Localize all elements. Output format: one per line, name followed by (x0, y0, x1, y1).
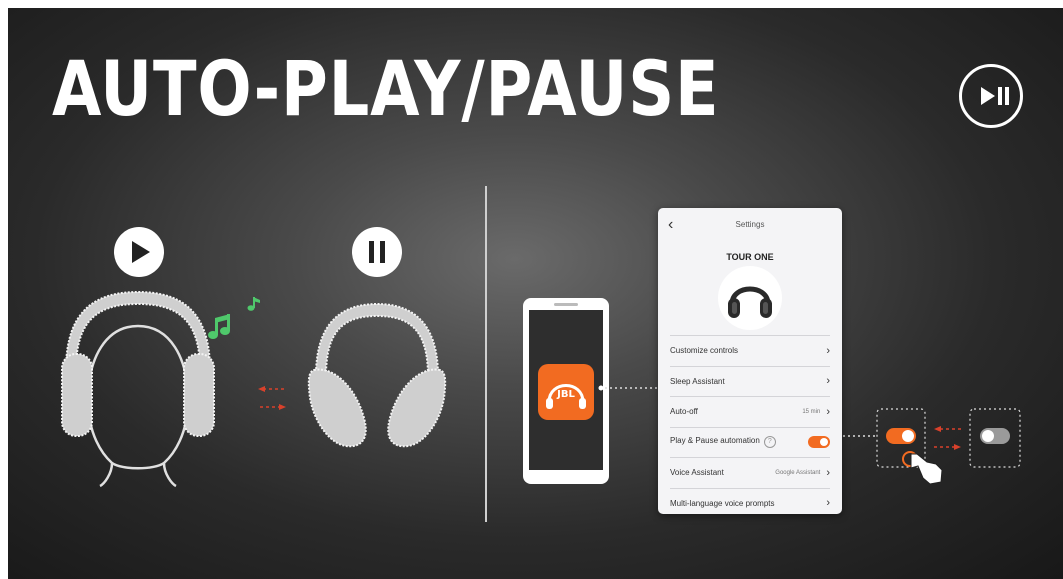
chevron-right-icon: › (826, 466, 830, 479)
app-illustration: JBL (523, 298, 1021, 485)
setting-play-pause-automation: Play & Pause automation? (670, 426, 830, 458)
slide: AUTO-PLAY/PAUSE JBL ‹ Settings TOUR ONE … (8, 8, 1063, 579)
jbl-app-icon: JBL (538, 364, 594, 420)
jbl-logo-text: JBL (556, 389, 575, 400)
toggle-arrows (934, 426, 961, 450)
settings-header: Settings (735, 220, 765, 229)
setting-voice-assistant[interactable]: Voice Assistant Google Assistant › (670, 457, 830, 488)
setting-value: 15 min (802, 408, 821, 415)
chevron-right-icon: › (826, 497, 830, 510)
setting-customize-controls[interactable]: Customize controls › (670, 335, 830, 366)
hand-pointer-icon (910, 453, 943, 485)
setting-label: Auto-off (670, 407, 698, 417)
setting-label: Multi-language voice prompts (670, 498, 775, 508)
device-name: TOUR ONE (726, 252, 774, 262)
chevron-right-icon: › (826, 344, 830, 357)
toggle-off-box (969, 408, 1021, 468)
settings-list: Customize controls › Sleep Assistant › A… (670, 335, 830, 518)
headphone-product-image (718, 266, 782, 330)
setting-value: Google Assistant (775, 469, 821, 476)
setting-sleep-assistant[interactable]: Sleep Assistant › (670, 365, 830, 397)
setting-label: Sleep Assistant (670, 376, 725, 386)
setting-multi-language-voice-prompts[interactable]: Multi-language voice prompts › (670, 487, 830, 519)
play-pause-automation-toggle[interactable] (808, 436, 830, 449)
chevron-right-icon: › (826, 375, 830, 388)
help-icon[interactable]: ? (763, 436, 776, 449)
setting-auto-off[interactable]: Auto-off 15 min › (670, 396, 830, 427)
setting-label: Play & Pause automation? (670, 436, 808, 449)
connector-dot (598, 385, 604, 391)
setting-label: Voice Assistant (670, 468, 724, 478)
setting-label: Customize controls (670, 346, 739, 356)
chevron-right-icon: › (826, 405, 830, 418)
settings-screen: ‹ Settings TOUR ONE Customize controls ›… (658, 208, 842, 514)
setting-label-text: Play & Pause automation (670, 436, 760, 446)
